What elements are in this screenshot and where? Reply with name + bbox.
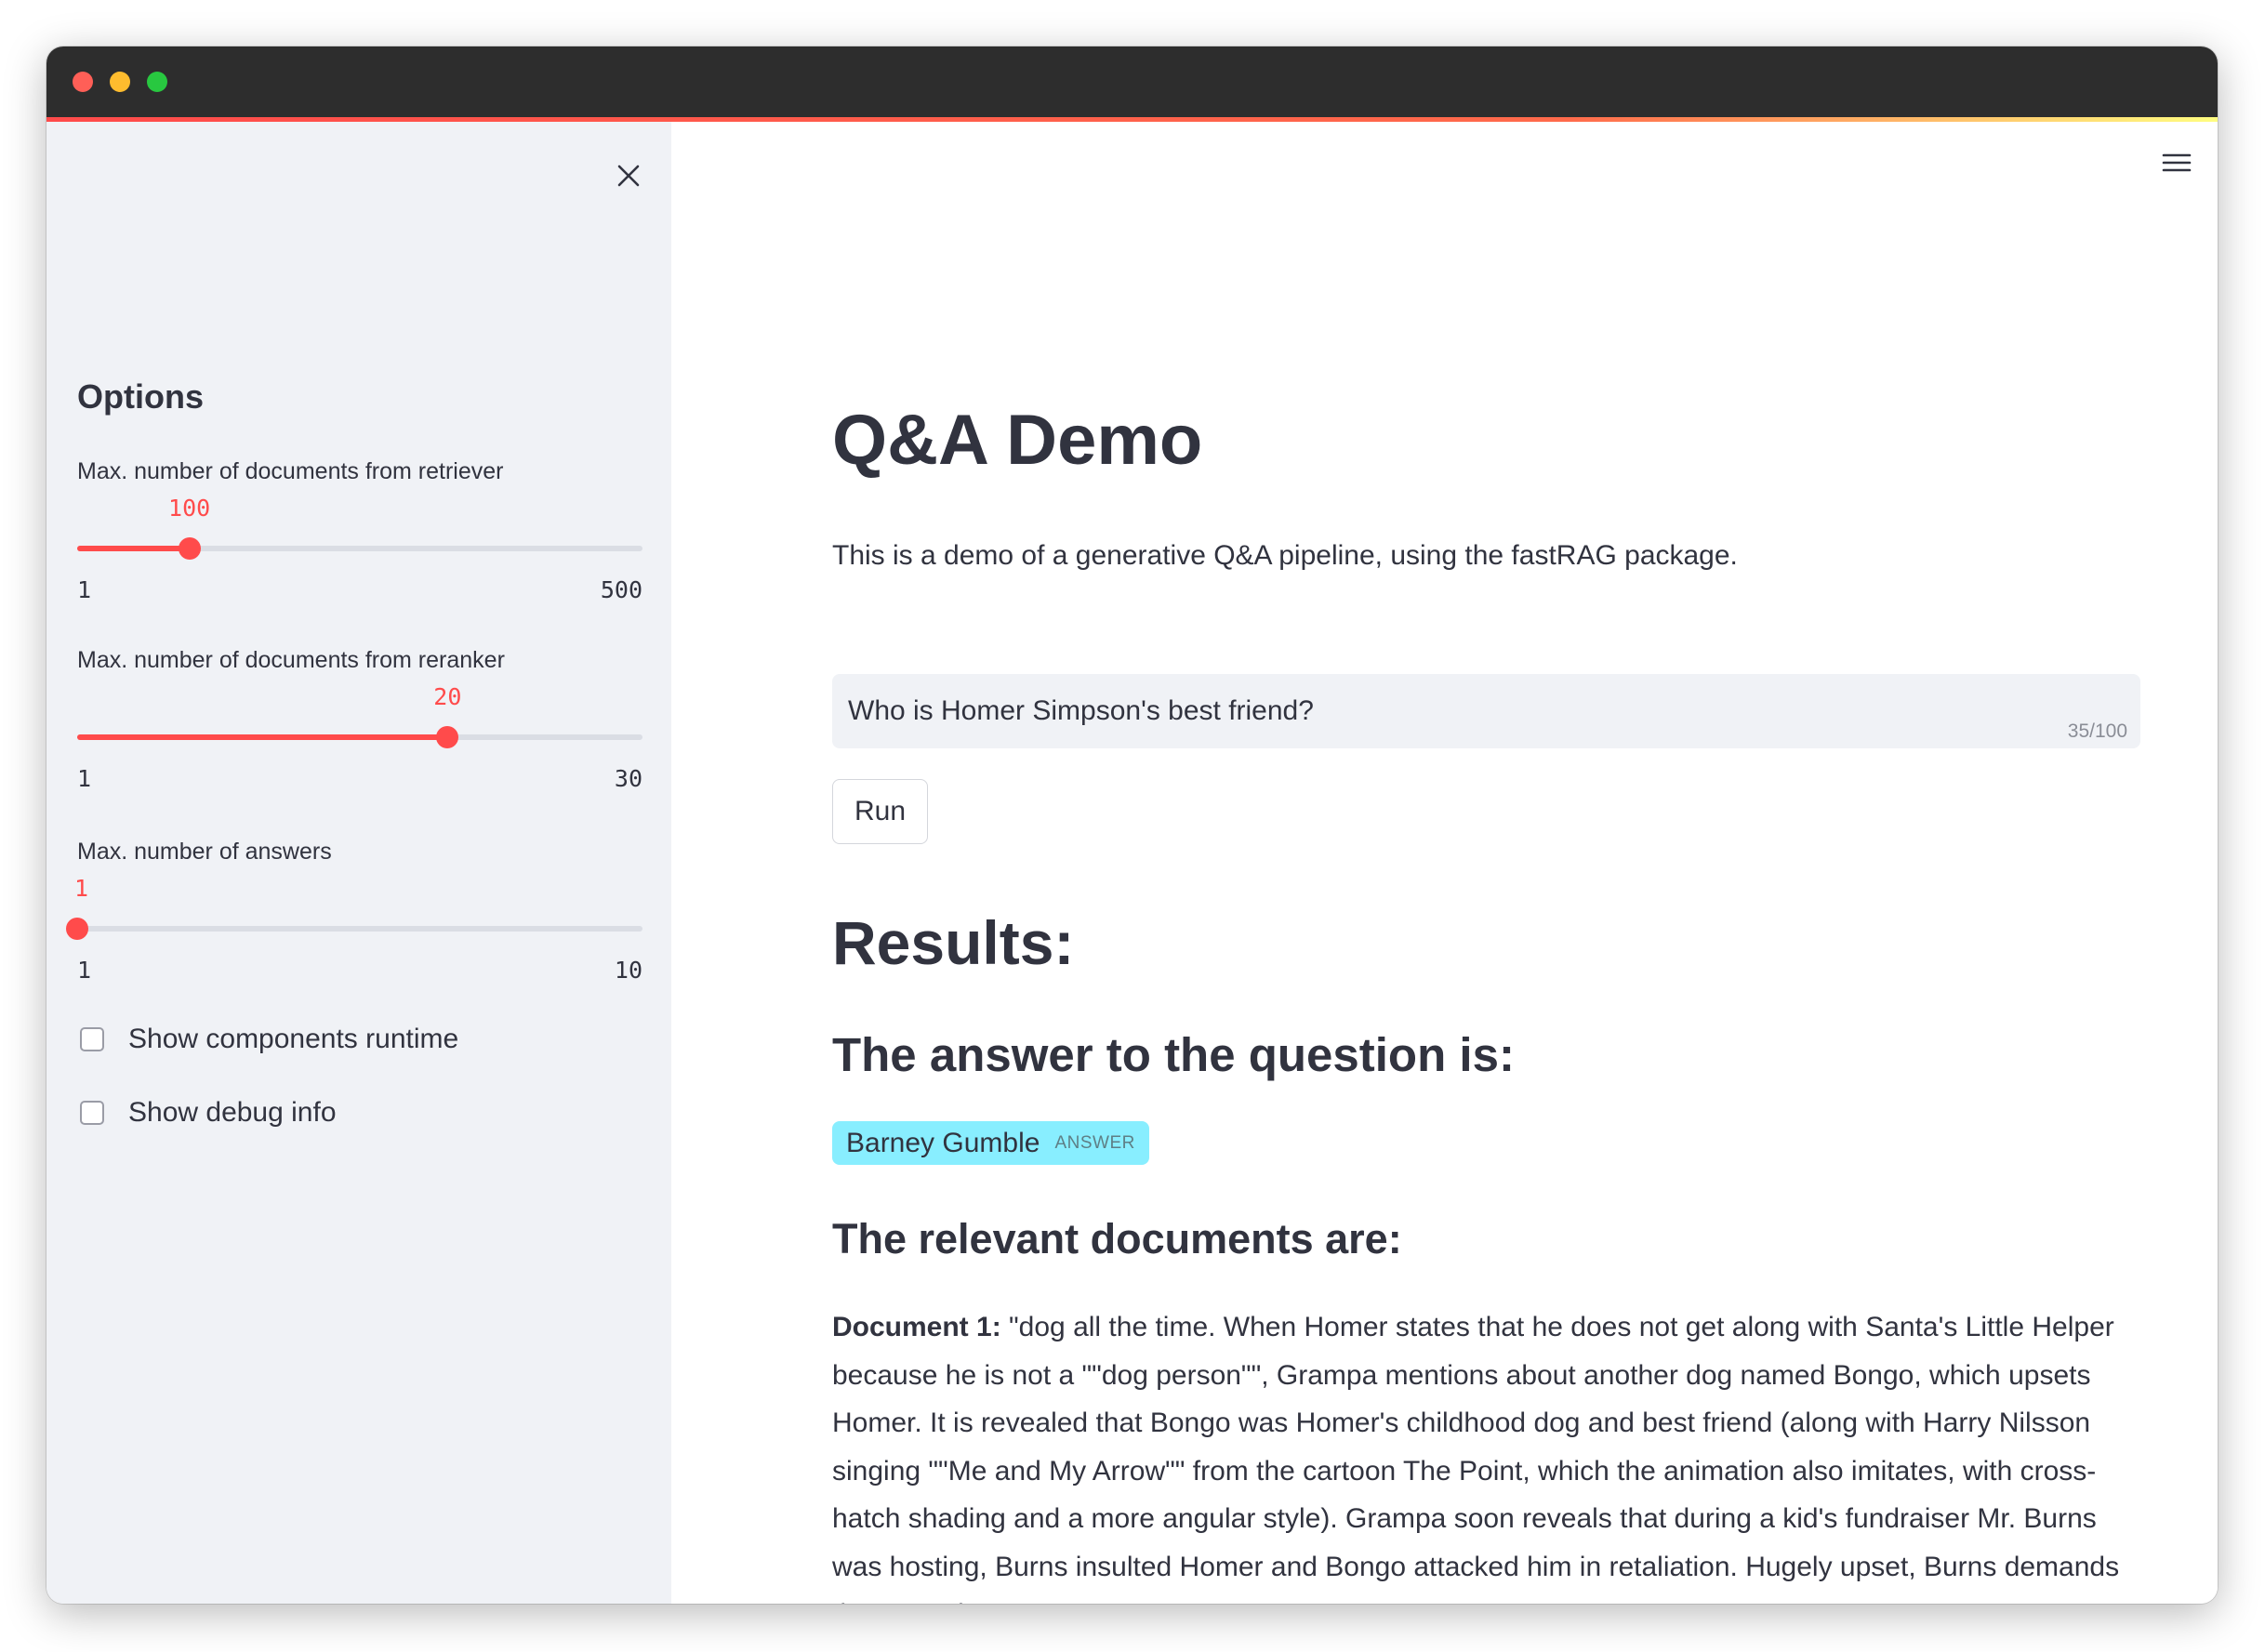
character-counter: 35/100	[2067, 720, 2127, 742]
main-content: Q&A Demo This is a demo of a generative …	[671, 122, 2218, 1604]
answer-chip: Barney Gumble ANSWER	[832, 1121, 1149, 1165]
document-label: Document 1:	[832, 1312, 1001, 1342]
reranker-docs-range: 1 30	[77, 765, 642, 792]
document-paragraph: Document 1: "dog all the time. When Home…	[832, 1303, 2140, 1604]
show-runtime-checkbox-row[interactable]: Show components runtime	[80, 1024, 458, 1055]
show-debug-checkbox[interactable]	[80, 1101, 104, 1125]
sidebar: Options Max. number of documents from re…	[46, 122, 671, 1604]
results-heading: Results:	[832, 908, 1075, 977]
slider-max: 10	[614, 957, 642, 984]
slider-thumb[interactable]	[178, 537, 201, 560]
slider-track	[77, 926, 642, 932]
slider-value: 20	[433, 683, 462, 710]
slider-min: 1	[77, 957, 92, 984]
slider-max: 500	[600, 576, 642, 603]
slider-fill	[77, 734, 448, 740]
slider-value: 100	[168, 495, 211, 522]
show-debug-checkbox-row[interactable]: Show debug info	[80, 1097, 337, 1129]
slider-thumb[interactable]	[66, 918, 88, 940]
document-text: "dog all the time. When Homer states tha…	[832, 1312, 2120, 1604]
window-close-dot[interactable]	[73, 72, 93, 92]
reranker-docs-label: Max. number of documents from reranker	[77, 647, 505, 673]
question-field[interactable]: 35/100	[832, 674, 2140, 748]
slider-fill	[77, 546, 190, 551]
answers-label: Max. number of answers	[77, 839, 332, 865]
question-input[interactable]	[832, 674, 2140, 748]
answers-range: 1 10	[77, 957, 642, 984]
retriever-docs-range: 1 500	[77, 576, 642, 603]
slider-max: 30	[614, 765, 642, 792]
show-runtime-checkbox[interactable]	[80, 1027, 104, 1051]
page-title: Q&A Demo	[832, 401, 1203, 480]
slider-min: 1	[77, 576, 92, 603]
slider-thumb[interactable]	[436, 726, 459, 748]
window-minimize-dot[interactable]	[110, 72, 130, 92]
window-titlebar	[46, 46, 2218, 117]
retriever-docs-label: Max. number of documents from retriever	[77, 458, 504, 484]
answer-tag: ANSWER	[1054, 1132, 1135, 1153]
sidebar-close-button[interactable]	[608, 155, 649, 196]
slider-value: 1	[74, 875, 89, 902]
show-runtime-label: Show components runtime	[128, 1024, 459, 1054]
run-button[interactable]: Run	[832, 779, 928, 844]
intro-text: This is a demo of a generative Q&A pipel…	[832, 540, 1738, 571]
app-window: Options Max. number of documents from re…	[46, 46, 2218, 1604]
answers-slider[interactable]: 1	[66, 875, 642, 940]
slider-min: 1	[77, 765, 92, 792]
window-maximize-dot[interactable]	[147, 72, 167, 92]
show-debug-label: Show debug info	[128, 1097, 337, 1128]
main-menu-button[interactable]	[2156, 142, 2197, 183]
reranker-docs-slider[interactable]: 20	[77, 683, 642, 748]
retriever-docs-slider[interactable]: 100	[77, 495, 642, 560]
hamburger-menu-icon	[2162, 153, 2192, 172]
answer-heading: The answer to the question is:	[832, 1028, 1515, 1081]
answer-text: Barney Gumble	[846, 1127, 1040, 1158]
sidebar-heading: Options	[77, 377, 204, 416]
close-icon	[617, 165, 640, 187]
documents-heading: The relevant documents are:	[832, 1215, 1402, 1262]
